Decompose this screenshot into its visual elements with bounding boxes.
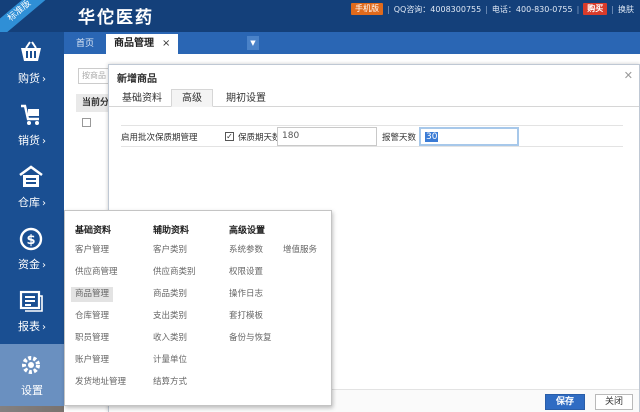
dollar-icon: $	[19, 227, 43, 251]
menu-item-shipping-address[interactable]: 发货地址管理	[75, 375, 126, 390]
alarm-days-label: 报警天数	[382, 133, 417, 143]
menu-item-operation-log[interactable]: 操作日志	[229, 287, 263, 302]
nav-label-settings: 设置	[21, 384, 43, 397]
menu-item-value-added[interactable]: 增值服务	[283, 243, 317, 258]
warehouse-icon	[19, 165, 43, 187]
qq-contact-link[interactable]: QQ咨询：4008300755	[394, 4, 482, 15]
menu-item-supplier-category[interactable]: 供应商类别	[153, 265, 196, 280]
nav-item-sales[interactable]: 销货 ›	[0, 94, 64, 156]
switch-skin-link[interactable]: 换肤	[618, 4, 634, 15]
batch-shelf-life-row: 启用批次保质期管理 ✓ 保质期天数 180 报警天数 30	[121, 125, 623, 147]
dialog-tabs: 基础资料 高级 期初设置	[109, 87, 639, 107]
tab-product-management[interactable]: 商品管理 ×	[106, 34, 179, 54]
header-links: 手机版 | QQ咨询：4008300755 | 电话：400-830-0755 …	[351, 2, 634, 16]
nav-item-funds[interactable]: $ 资金 ›	[0, 218, 64, 280]
nav-label-funds: 资金	[18, 258, 40, 271]
menu-item-product-category[interactable]: 商品类别	[153, 287, 187, 302]
menu-item-customers[interactable]: 客户管理	[75, 243, 109, 258]
menu-item-system-params[interactable]: 系统参数	[229, 243, 263, 258]
menu-item-staff[interactable]: 职员管理	[75, 331, 109, 346]
tab-advanced[interactable]: 高级	[171, 89, 213, 107]
close-button[interactable]: 关闭	[595, 394, 633, 410]
dialog-title: 新增商品	[117, 74, 157, 85]
batch-management-label: 启用批次保质期管理	[121, 133, 198, 143]
menu-item-units[interactable]: 计量单位	[153, 353, 187, 368]
menu-item-settlement-methods[interactable]: 结算方式	[153, 375, 187, 390]
nav-label-reports: 报表	[18, 320, 40, 333]
menu-item-suppliers[interactable]: 供应商管理	[75, 265, 118, 280]
nav-label-warehouse: 仓库	[18, 196, 40, 209]
menu-col-aux-title: 辅助资料	[153, 226, 190, 236]
menu-item-backup-restore[interactable]: 备份与恢复	[229, 331, 272, 346]
menu-col-basic-title: 基础资料	[75, 226, 112, 236]
dialog-close-icon[interactable]: ✕	[624, 69, 633, 82]
tab-home[interactable]: 首页	[68, 34, 102, 54]
nav-item-reports[interactable]: 报表 ›	[0, 280, 64, 342]
save-button[interactable]: 保存	[545, 394, 585, 410]
menu-item-customer-category[interactable]: 客户类别	[153, 243, 187, 258]
batch-enable-checkbox[interactable]: ✓	[225, 132, 234, 141]
tab-initial-settings[interactable]: 期初设置	[215, 89, 277, 107]
menu-item-products[interactable]: 商品管理	[71, 287, 114, 302]
menu-item-income-category[interactable]: 收入类别	[153, 331, 187, 346]
mobile-version-link[interactable]: 手机版	[351, 3, 384, 15]
top-header: 标准版 华佗医药 手机版 | QQ咨询：4008300755 | 电话：400-…	[0, 0, 640, 45]
nav-item-purchase[interactable]: 购货 ›	[0, 32, 64, 94]
nav-item-settings[interactable]: 设置	[0, 344, 64, 406]
phone-contact: 电话：400-830-0755	[491, 4, 573, 14]
menu-col-advanced-title: 高级设置	[229, 226, 266, 236]
tab-bar: 首页 商品管理 × ▼	[64, 32, 640, 54]
gear-icon	[22, 356, 40, 374]
row-checkbox[interactable]	[82, 118, 91, 127]
menu-item-print-templates[interactable]: 套打模板	[229, 309, 263, 324]
nav-label-sales: 销货	[18, 134, 40, 147]
nav-item-warehouse[interactable]: 仓库 ›	[0, 156, 64, 218]
menu-item-warehouses[interactable]: 仓库管理	[75, 309, 109, 324]
nav-label-purchase: 购货	[18, 72, 40, 85]
svg-text:$: $	[26, 233, 35, 248]
tab-dropdown-icon[interactable]: ▼	[247, 36, 259, 50]
alarm-days-input[interactable]: 30	[419, 127, 519, 146]
tab-product-management-label: 商品管理	[114, 38, 154, 49]
tab-basic-info[interactable]: 基础资料	[111, 89, 173, 107]
report-icon	[19, 290, 43, 312]
settings-flyout-menu: 基础资料 客户管理 供应商管理 商品管理 仓库管理 职员管理 账户管理 发货地址…	[64, 210, 332, 406]
basket-icon	[21, 41, 41, 61]
alarm-days-value: 30	[425, 132, 439, 142]
shelf-life-days-input[interactable]: 180	[277, 127, 377, 146]
cart-icon	[21, 104, 39, 125]
menu-item-expense-category[interactable]: 支出类别	[153, 309, 187, 324]
app-logo: 华佗医药	[78, 8, 154, 28]
left-nav: 购货 › 销货 › 仓库 › $ 资金 › 报表 › 设置	[0, 32, 64, 412]
buy-button[interactable]: 购买	[583, 3, 608, 15]
menu-item-permissions[interactable]: 权限设置	[229, 265, 263, 280]
menu-item-accounts[interactable]: 账户管理	[75, 353, 109, 368]
tab-close-icon[interactable]: ×	[162, 38, 170, 49]
shelf-life-label: 保质期天数	[238, 133, 281, 143]
